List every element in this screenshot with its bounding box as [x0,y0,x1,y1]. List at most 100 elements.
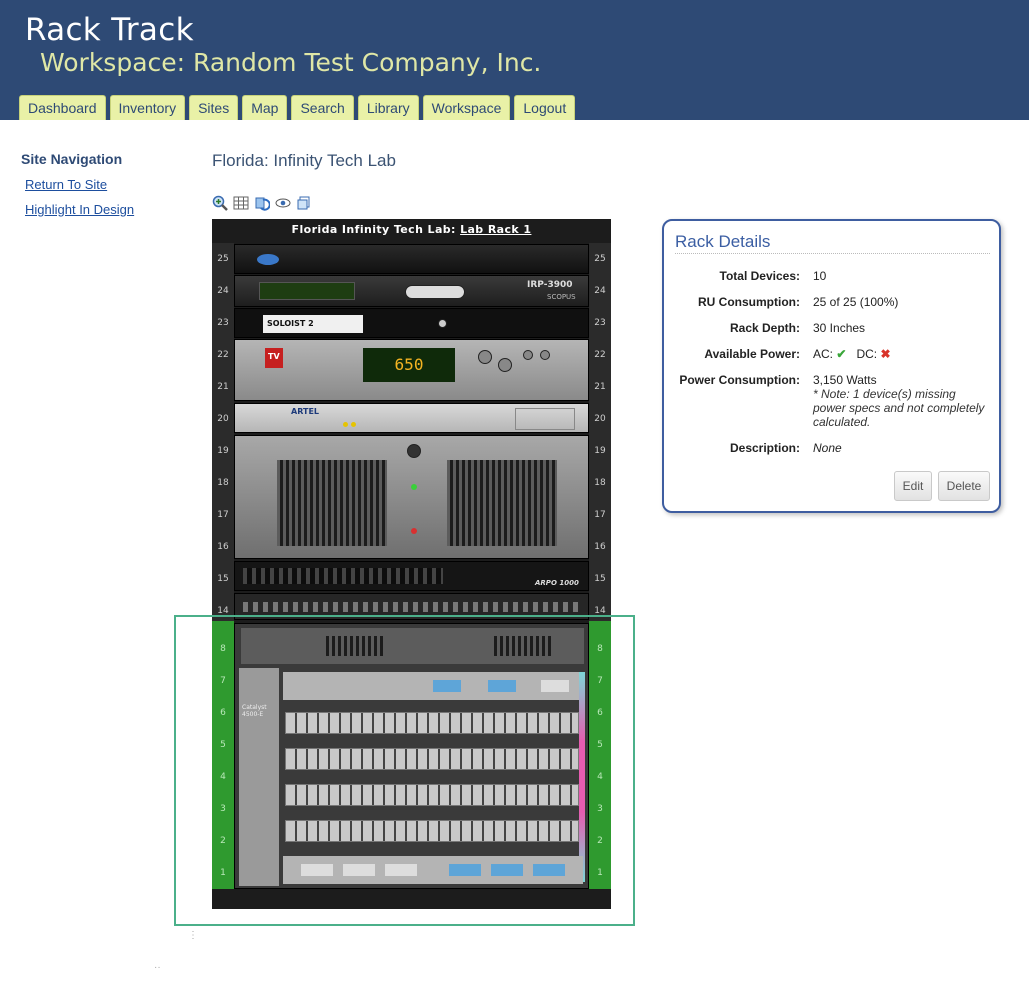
ru-consumption-label: RU Consumption: [698,295,800,309]
nav-tab-logout[interactable]: Logout [514,95,576,120]
unit-number: 15 [594,574,606,584]
panel-title: Rack Details [675,232,771,251]
unit-number: 19 [594,446,606,456]
device-led [351,422,356,427]
device-label: IRP-3900 [527,280,573,290]
power-consumption-value: 3,150 Watts [813,373,877,387]
dc-label: DC: [856,347,878,361]
nav-tab-dashboard[interactable]: Dashboard [19,95,106,120]
device-knob [438,319,447,328]
rack-device-tv-receiver[interactable]: TV 650 [234,339,589,401]
power-consumption-label: Power Consumption: [679,373,800,387]
unit-number: 16 [594,542,606,552]
device-label: TV [268,352,280,361]
unit-number: 24 [217,286,229,296]
device-knob [478,350,492,364]
unit-number: 17 [594,510,606,520]
eye-icon[interactable] [275,195,291,211]
rack-device-irp-3900[interactable]: IRP-3900 SCOPUS [234,275,589,307]
device-label: SOLOIST 2 [267,319,314,328]
unit-number: 17 [217,510,229,520]
rack-rail-right [589,243,611,621]
grid-icon[interactable] [233,195,249,211]
device-knob [540,350,550,360]
power-note: * Note: 1 device(s) missing power specs … [813,387,985,429]
unit-number: 22 [594,350,606,360]
device-ports [243,602,579,612]
lock-icon [407,444,421,458]
main-nav: Dashboard Inventory Sites Map Search Lib… [19,95,579,120]
unit-number: 24 [594,286,606,296]
refresh-icon[interactable] [254,195,270,211]
app-title: Rack Track [25,12,194,48]
resize-handle[interactable]: ·· [154,962,161,973]
unit-number: 20 [594,414,606,424]
status-led [411,484,417,490]
nav-tab-sites[interactable]: Sites [189,95,239,120]
rack-rail-left [212,243,234,621]
rack-device-soloist-2[interactable]: SOLOIST 2 [234,308,589,338]
copy-icon[interactable] [296,195,312,211]
delete-button[interactable]: Delete [938,471,990,501]
rack-name-link[interactable]: Lab Rack 1 [460,223,531,236]
unit-number: 20 [217,414,229,424]
unit-number: 21 [594,382,606,392]
unit-number: 16 [217,542,229,552]
rack-device-server-chassis[interactable] [234,435,589,559]
device-control-pad [405,285,465,299]
unit-number: 22 [217,350,229,360]
edit-button[interactable]: Edit [894,471,932,501]
device-knob [523,350,533,360]
nav-tab-inventory[interactable]: Inventory [109,95,186,120]
check-icon: ✔ [836,347,847,361]
status-led [411,528,417,534]
device-vent [277,460,387,546]
description-value: None [813,441,842,455]
unit-number: 21 [217,382,229,392]
zoom-in-icon[interactable] [212,195,228,211]
unit-number: 25 [217,254,229,264]
unit-number: 18 [594,478,606,488]
nav-tab-library[interactable]: Library [357,95,419,120]
available-power-value: AC: ✔ DC: ✖ [813,347,891,361]
rack-device-artel[interactable]: ARTEL [234,403,589,433]
panel-divider [675,253,990,254]
device-knob [498,358,512,372]
unit-number: 19 [217,446,229,456]
nav-tab-search[interactable]: Search [291,95,354,120]
app-header: Rack Track Workspace: Random Test Compan… [0,0,1029,120]
rack-depth-label: Rack Depth: [729,321,800,335]
device-label: SCOPUS [547,293,576,301]
ac-label: AC: [813,347,834,361]
sidebar-title: Site Navigation [21,151,123,167]
unit-number: 23 [217,318,229,328]
device-vent [243,568,443,584]
return-to-site-link[interactable]: Return To Site [25,177,107,192]
device-display [259,282,355,300]
device-highlight-box [174,615,635,926]
cross-icon: ✖ [880,347,891,361]
unit-number: 25 [594,254,606,264]
total-devices-label: Total Devices: [719,269,800,283]
rack-details-panel: Rack Details Total Devices: 10 RU Consum… [662,219,1001,513]
description-label: Description: [729,441,800,455]
unit-number: 23 [594,318,606,328]
rack-title: Florida Infinity Tech Lab: Lab Rack 1 [291,223,532,236]
rack-toolbar [212,195,312,211]
device-label: ARTEL [291,407,320,416]
available-power-label: Available Power: [704,347,800,361]
unit-number: 15 [217,574,229,584]
resize-handle[interactable]: ⋮ [188,930,198,941]
highlight-in-design-link[interactable]: Highlight In Design [25,202,134,217]
device-label: ARPO 1000 [535,579,579,587]
device-vent [447,460,557,546]
ru-consumption-value: 25 of 25 (100%) [813,295,899,309]
device-led [343,422,348,427]
att-logo-icon [257,254,279,265]
page-title: Florida: Infinity Tech Lab [212,151,396,170]
nav-tab-workspace[interactable]: Workspace [422,95,511,120]
rack-device-u25[interactable] [234,244,589,274]
nav-tab-map[interactable]: Map [242,95,288,120]
rack-depth-value: 30 Inches [813,321,866,335]
rack-device-arpo-1000[interactable]: ARPO 1000 [234,561,589,591]
